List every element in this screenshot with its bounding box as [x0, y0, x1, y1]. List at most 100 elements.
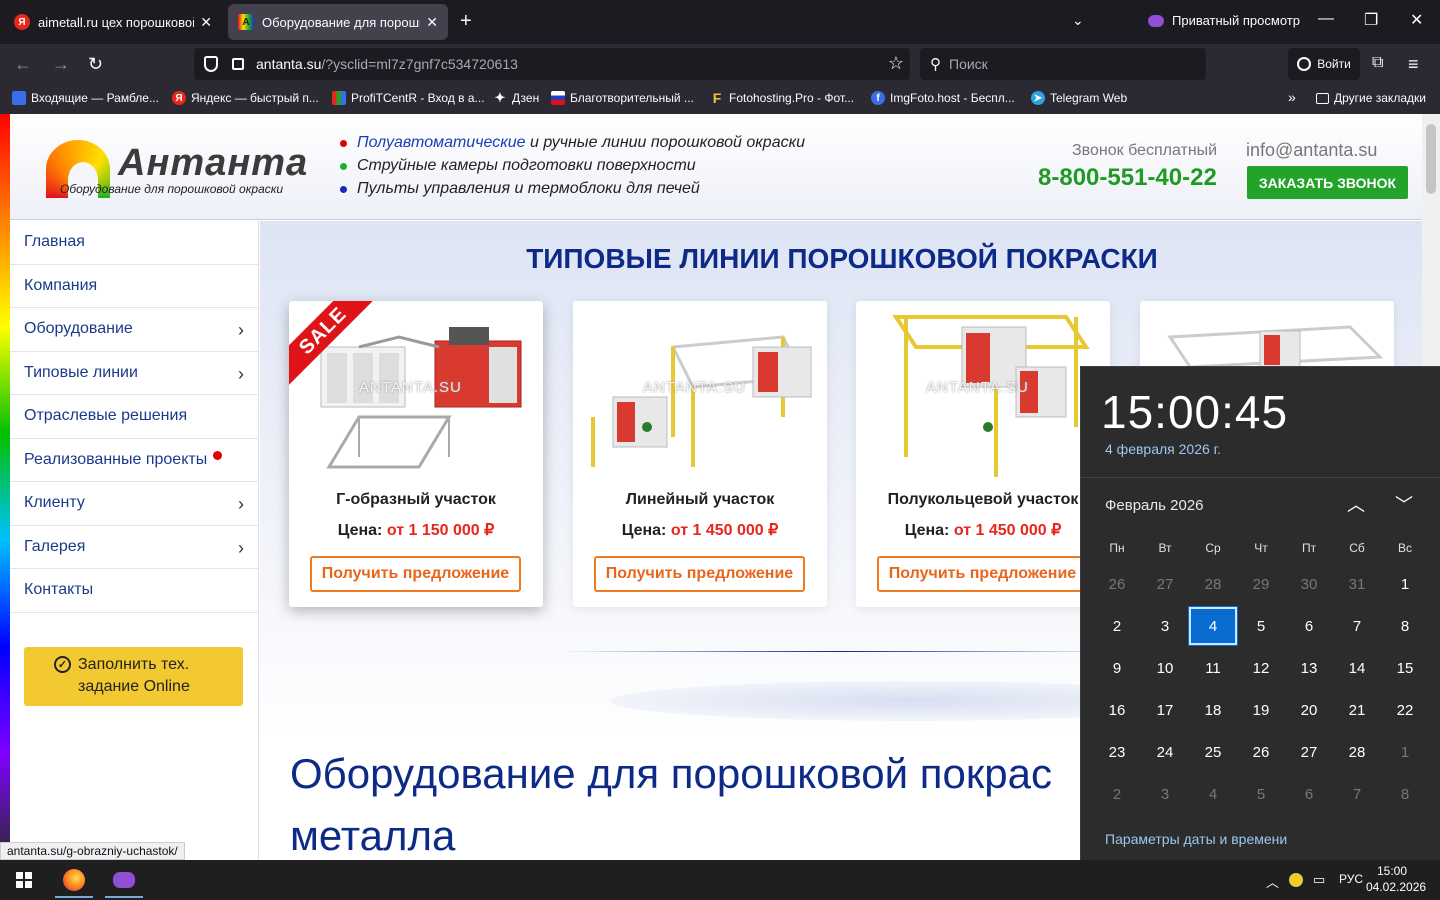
calendar-day[interactable]: 5	[1237, 773, 1285, 815]
bookmark-item[interactable]: ➤ Telegram Web	[1031, 91, 1127, 105]
tab-aimetall[interactable]: Я aimetall.ru цех порошковой по ✕	[4, 4, 222, 40]
bookmark-item[interactable]: ProfiTCentR - Вход в а...	[332, 91, 485, 105]
calendar-day[interactable]: 23	[1093, 731, 1141, 773]
get-offer-button[interactable]: Получить предложение	[877, 556, 1088, 592]
star-icon[interactable]: ☆	[888, 53, 904, 74]
window-close-icon[interactable]: ✕	[1410, 10, 1423, 30]
phone-number[interactable]: 8-800-551-40-22	[1038, 164, 1217, 192]
other-bookmarks[interactable]: Другие закладки	[1316, 91, 1426, 105]
sidebar-item-typical-lines[interactable]: Типовые линии ›	[10, 352, 258, 395]
bookmark-item[interactable]: Я Яндекс — быстрый п...	[172, 91, 319, 105]
calendar-day[interactable]: 22	[1381, 689, 1429, 731]
calendar-day[interactable]: 31	[1333, 563, 1381, 605]
calendar-day[interactable]: 27	[1285, 731, 1333, 773]
bookmark-item[interactable]: Благотворительный ...	[551, 91, 694, 105]
chevron-up-icon[interactable]: ︿	[1347, 491, 1365, 517]
taskbar-firefox[interactable]	[55, 864, 93, 898]
language-indicator[interactable]: РУС	[1339, 872, 1363, 886]
sidebar-item-client[interactable]: Клиенту ›	[10, 482, 258, 526]
calendar-day[interactable]: 8	[1381, 773, 1429, 815]
product-name[interactable]: Полукольцевой участок	[856, 491, 1110, 509]
calendar-day[interactable]: 15	[1381, 647, 1429, 689]
get-offer-button[interactable]: Получить предложение	[594, 556, 805, 592]
bookmark-item[interactable]: F Fotohosting.Pro - Фот...	[710, 90, 854, 106]
sidebar-item-projects[interactable]: Реализованные проекты	[10, 439, 258, 482]
email-link[interactable]: info@antanta.su	[1246, 140, 1377, 161]
close-icon[interactable]: ✕	[426, 14, 438, 31]
chevron-up-icon[interactable]: ︿	[1266, 872, 1279, 891]
bookmark-item[interactable]: f ImgFoto.host - Беспл...	[871, 91, 1015, 105]
product-name[interactable]: Г-образный участок	[289, 491, 543, 509]
back-icon[interactable]: ←	[14, 54, 32, 75]
calendar-day[interactable]: 21	[1333, 689, 1381, 731]
bookmark-item[interactable]: Входящие — Рамбле...	[12, 91, 159, 105]
plus-icon[interactable]: +	[460, 10, 472, 33]
sidebar-item-industry[interactable]: Отраслевые решения	[10, 395, 258, 439]
tray-app-icon[interactable]	[1289, 873, 1303, 887]
calendar-day[interactable]: 12	[1237, 647, 1285, 689]
fill-spec-button[interactable]: ✓ Заполнить тех. задание Online	[24, 647, 243, 706]
calendar-day[interactable]: 7	[1333, 605, 1381, 647]
url-text[interactable]: antanta.su/?ysclid=ml7z7gnf7c534720613	[256, 56, 518, 72]
calendar-day[interactable]: 3	[1141, 605, 1189, 647]
calendar-day[interactable]: 26	[1093, 563, 1141, 605]
calendar-day[interactable]: 6	[1285, 605, 1333, 647]
scrollbar-thumb[interactable]	[1426, 124, 1436, 194]
calendar-day[interactable]: 29	[1237, 563, 1285, 605]
calendar-day[interactable]: 6	[1285, 773, 1333, 815]
calendar-day[interactable]: 9	[1093, 647, 1141, 689]
taskbar-clock[interactable]: 15:00 04.02.2026	[1366, 863, 1426, 895]
calendar-day[interactable]: 8	[1381, 605, 1429, 647]
calendar-day[interactable]: 27	[1141, 563, 1189, 605]
sidebar-item-home[interactable]: Главная	[10, 221, 258, 265]
sidebar-item-company[interactable]: Компания	[10, 265, 258, 308]
calendar-day[interactable]: 30	[1285, 563, 1333, 605]
calendar-day[interactable]: 13	[1285, 647, 1333, 689]
close-icon[interactable]: ✕	[200, 14, 212, 31]
calendar-day[interactable]: 1	[1381, 563, 1429, 605]
calendar-day[interactable]: 10	[1141, 647, 1189, 689]
restore-icon[interactable]: ❐	[1364, 10, 1378, 30]
lock-icon[interactable]	[232, 58, 244, 70]
sidebar-item-equipment[interactable]: Оборудование ›	[10, 308, 258, 352]
product-card[interactable]: ANTANTA.SU Полукольцевой участок Цена: о…	[856, 301, 1110, 607]
calendar-day[interactable]: 2	[1093, 773, 1141, 815]
calendar-day[interactable]: 18	[1189, 689, 1237, 731]
calendar-day[interactable]: 28	[1333, 731, 1381, 773]
calendar-day[interactable]: 2	[1093, 605, 1141, 647]
chevron-down-icon[interactable]: ⌄	[1072, 12, 1084, 29]
calendar-day[interactable]: 7	[1333, 773, 1381, 815]
bullet-link[interactable]: Полуавтоматические	[357, 134, 526, 152]
calendar-day[interactable]: 19	[1237, 689, 1285, 731]
calendar-day[interactable]: 4	[1189, 773, 1237, 815]
get-offer-button[interactable]: Получить предложение	[310, 556, 521, 592]
order-call-button[interactable]: ЗАКАЗАТЬ ЗВОНОК	[1247, 166, 1408, 199]
calendar-day[interactable]: 3	[1141, 773, 1189, 815]
chevron-double-right-icon[interactable]: »	[1288, 89, 1296, 105]
product-name[interactable]: Линейный участок	[573, 491, 827, 509]
chevron-down-icon[interactable]: ﹀	[1395, 491, 1413, 517]
bookmark-item[interactable]: ✦ Дзен	[493, 90, 540, 105]
calendar-date[interactable]: 4 февраля 2026 г.	[1105, 441, 1221, 457]
calendar-day[interactable]: 28	[1189, 563, 1237, 605]
calendar-month[interactable]: Февраль 2026	[1105, 497, 1204, 514]
calendar-day[interactable]: 20	[1285, 689, 1333, 731]
calendar-day[interactable]: 25	[1189, 731, 1237, 773]
calendar-day[interactable]: 14	[1333, 647, 1381, 689]
login-button[interactable]: Войти	[1288, 48, 1360, 80]
minimize-icon[interactable]: —	[1318, 10, 1334, 28]
calendar-day[interactable]: 11	[1189, 647, 1237, 689]
calendar-day-today[interactable]: 4	[1188, 606, 1238, 646]
reload-icon[interactable]: ↻	[88, 54, 103, 75]
product-card[interactable]: ANTANTA.SU Линейный участок Цена: от 1 4…	[573, 301, 827, 607]
windows-start-icon[interactable]	[16, 872, 32, 888]
extensions-icon[interactable]: ⧉	[1372, 54, 1383, 72]
menu-icon[interactable]: ≡	[1408, 54, 1419, 75]
taskbar-private-firefox[interactable]	[105, 864, 143, 898]
calendar-day[interactable]: 16	[1093, 689, 1141, 731]
product-card[interactable]: SALE ANTANTA.SU Г-образный участок Цена:…	[289, 301, 543, 607]
date-time-settings-link[interactable]: Параметры даты и времени	[1105, 831, 1287, 847]
calendar-day[interactable]: 5	[1237, 605, 1285, 647]
sidebar-item-contacts[interactable]: Контакты	[10, 569, 258, 613]
shield-icon[interactable]	[204, 56, 218, 72]
